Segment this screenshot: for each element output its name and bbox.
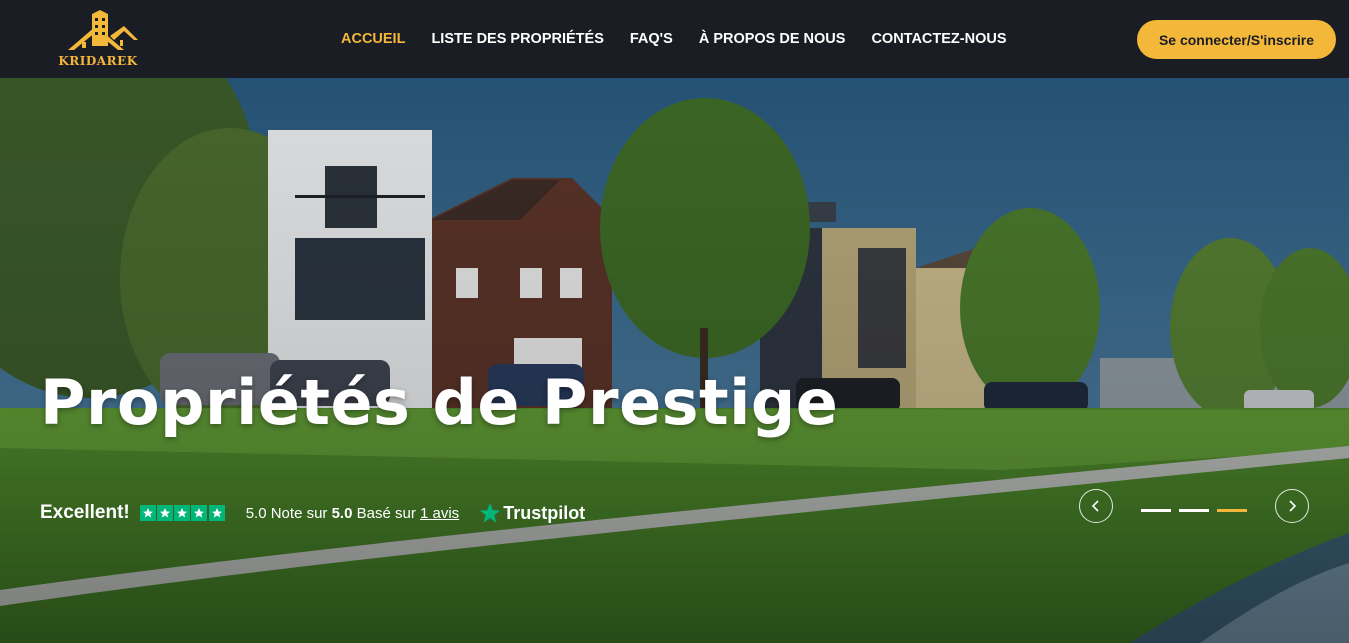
trustpilot-logo[interactable]: Trustpilot	[479, 502, 585, 524]
slider-dot[interactable]	[1141, 509, 1171, 512]
slider-next-button[interactable]	[1275, 489, 1309, 523]
star-icon	[208, 505, 225, 521]
trustpilot-note-value: 5.0	[331, 504, 353, 522]
main-nav: ACCUEIL LISTE DES PROPRIÉTÉS FAQ'S À PRO…	[341, 0, 1033, 78]
slider-dot-active[interactable]	[1217, 509, 1247, 512]
trustpilot-score-text: 5.0 Note sur 5.0 Basé sur 1 avis	[246, 505, 459, 522]
slider-dots	[1141, 509, 1255, 512]
hero-slider: Propriétés de Prestige Excellent! 5.0 No…	[0, 78, 1349, 643]
site-header: KRIDAREK ACCUEIL LISTE DES PROPRIÉTÉS FA…	[0, 0, 1349, 78]
hero-title: Propriétés de Prestige	[40, 366, 839, 439]
chevron-right-icon	[1289, 500, 1297, 512]
star-icon	[139, 505, 156, 521]
trustpilot-brand: Trustpilot	[503, 502, 586, 523]
nav-item-a-propos[interactable]: À PROPOS DE NOUS	[699, 31, 846, 47]
star-icon	[156, 505, 173, 521]
trustpilot-rating-word: Excellent!	[40, 502, 130, 523]
chevron-left-icon	[1091, 500, 1099, 512]
brand-logo[interactable]: KRIDAREK	[58, 6, 140, 70]
trustpilot-note-prefix: 5.0 Note sur	[245, 504, 328, 522]
trustpilot-stars	[139, 505, 226, 521]
brand-name: KRIDAREK	[58, 54, 138, 68]
nav-item-contact[interactable]: CONTACTEZ-NOUS	[871, 31, 1006, 47]
star-icon	[191, 505, 208, 521]
trustpilot-star-icon	[480, 502, 501, 523]
slider-prev-button[interactable]	[1079, 489, 1113, 523]
star-icon	[174, 505, 191, 521]
trustpilot-widget[interactable]: Excellent! 5.0 Note sur 5.0 Basé sur 1 a…	[40, 498, 585, 528]
nav-item-accueil[interactable]: ACCUEIL	[341, 31, 405, 47]
trustpilot-based-on: Basé sur	[356, 504, 416, 522]
slider-dot[interactable]	[1179, 509, 1209, 512]
nav-item-faqs[interactable]: FAQ'S	[630, 31, 673, 47]
hero-background-image	[0, 78, 1349, 643]
nav-item-liste-proprietes[interactable]: LISTE DES PROPRIÉTÉS	[431, 31, 603, 47]
house-building-icon	[68, 10, 138, 50]
login-signup-button[interactable]: Se connecter/S'inscrire	[1137, 20, 1336, 59]
trustpilot-reviews-link[interactable]: 1 avis	[420, 505, 459, 522]
